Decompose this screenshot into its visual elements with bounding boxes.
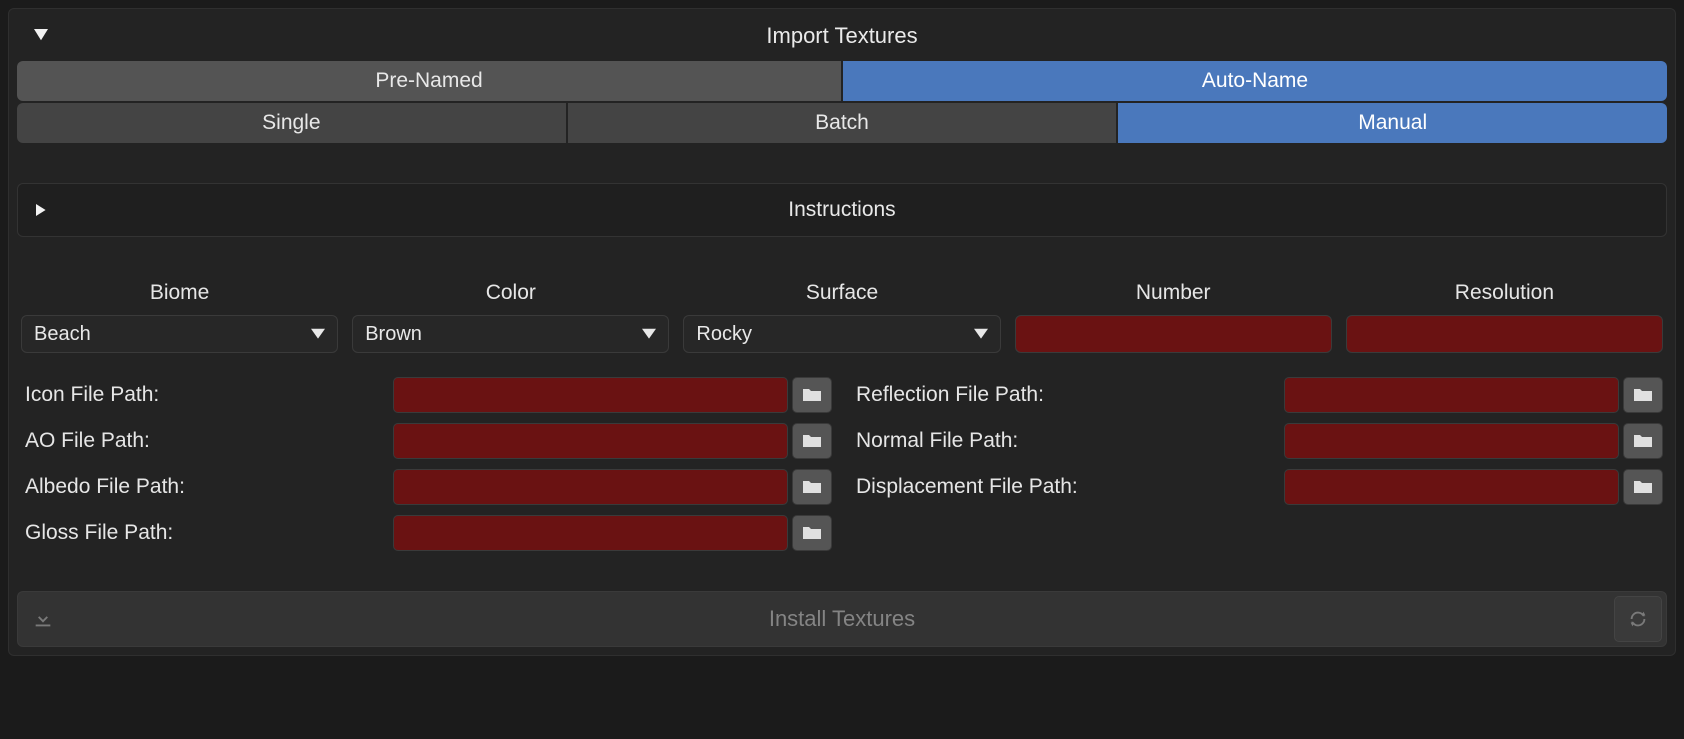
refresh-icon bbox=[1627, 608, 1649, 630]
collapse-panel-icon[interactable] bbox=[31, 26, 51, 46]
albedo-path-label: Albedo File Path: bbox=[21, 475, 391, 499]
color-select[interactable]: Brown bbox=[352, 315, 669, 353]
chevron-down-icon bbox=[311, 323, 325, 346]
surface-value: Rocky bbox=[696, 323, 752, 346]
cat-number: Number bbox=[1015, 281, 1332, 353]
folder-icon bbox=[802, 525, 822, 541]
folder-icon bbox=[1633, 433, 1653, 449]
reflection-path-label: Reflection File Path: bbox=[852, 383, 1282, 407]
row-albedo-path: Albedo File Path: bbox=[21, 469, 832, 505]
panel-header: Import Textures bbox=[17, 17, 1667, 61]
number-label: Number bbox=[1136, 281, 1211, 305]
biome-select[interactable]: Beach bbox=[21, 315, 338, 353]
displacement-path-label: Displacement File Path: bbox=[852, 475, 1282, 499]
folder-icon bbox=[1633, 479, 1653, 495]
instructions-title: Instructions bbox=[28, 198, 1656, 222]
normal-path-label: Normal File Path: bbox=[852, 429, 1282, 453]
refresh-button[interactable] bbox=[1614, 596, 1662, 642]
gloss-path-label: Gloss File Path: bbox=[21, 521, 391, 545]
tab-row-naming: Pre-Named Auto-Name bbox=[17, 61, 1667, 101]
expand-instructions-icon bbox=[36, 199, 48, 222]
ao-path-label: AO File Path: bbox=[21, 429, 391, 453]
icon-path-browse-button[interactable] bbox=[792, 377, 832, 413]
tab-pre-named[interactable]: Pre-Named bbox=[17, 61, 841, 101]
download-icon bbox=[32, 608, 54, 630]
folder-icon bbox=[1633, 387, 1653, 403]
reflection-path-browse-button[interactable] bbox=[1623, 377, 1663, 413]
tab-row-mode: Single Batch Manual bbox=[17, 103, 1667, 143]
tab-manual[interactable]: Manual bbox=[1118, 103, 1667, 143]
row-reflection-path: Reflection File Path: bbox=[852, 377, 1663, 413]
cat-color: Color Brown bbox=[352, 281, 669, 353]
cat-surface: Surface Rocky bbox=[683, 281, 1000, 353]
import-textures-panel: Import Textures Pre-Named Auto-Name Sing… bbox=[8, 8, 1676, 656]
gloss-path-browse-button[interactable] bbox=[792, 515, 832, 551]
resolution-label: Resolution bbox=[1455, 281, 1554, 305]
tab-batch[interactable]: Batch bbox=[568, 103, 1117, 143]
normal-path-browse-button[interactable] bbox=[1623, 423, 1663, 459]
displacement-path-browse-button[interactable] bbox=[1623, 469, 1663, 505]
biome-label: Biome bbox=[150, 281, 210, 305]
color-label: Color bbox=[486, 281, 536, 305]
normal-path-field[interactable] bbox=[1284, 423, 1619, 459]
color-value: Brown bbox=[365, 323, 422, 346]
displacement-path-field[interactable] bbox=[1284, 469, 1619, 505]
install-textures-label: Install Textures bbox=[769, 606, 915, 632]
row-ao-path: AO File Path: bbox=[21, 423, 832, 459]
gloss-path-field[interactable] bbox=[393, 515, 788, 551]
ao-path-field[interactable] bbox=[393, 423, 788, 459]
row-normal-path: Normal File Path: bbox=[852, 423, 1663, 459]
category-row: Biome Beach Color Brown Surface Rocky Nu… bbox=[17, 281, 1667, 353]
albedo-path-browse-button[interactable] bbox=[792, 469, 832, 505]
ao-path-browse-button[interactable] bbox=[792, 423, 832, 459]
albedo-path-field[interactable] bbox=[393, 469, 788, 505]
panel-title: Import Textures bbox=[27, 23, 1657, 49]
folder-icon bbox=[802, 479, 822, 495]
tab-single[interactable]: Single bbox=[17, 103, 566, 143]
number-field[interactable] bbox=[1015, 315, 1332, 353]
biome-value: Beach bbox=[34, 323, 91, 346]
folder-icon bbox=[802, 387, 822, 403]
resolution-field[interactable] bbox=[1346, 315, 1663, 353]
install-textures-button[interactable]: Install Textures bbox=[17, 591, 1667, 647]
icon-path-field[interactable] bbox=[393, 377, 788, 413]
cat-biome: Biome Beach bbox=[21, 281, 338, 353]
instructions-panel[interactable]: Instructions bbox=[17, 183, 1667, 237]
chevron-down-icon bbox=[974, 323, 988, 346]
row-gloss-path: Gloss File Path: bbox=[21, 515, 832, 551]
icon-path-label: Icon File Path: bbox=[21, 383, 391, 407]
row-icon-path: Icon File Path: bbox=[21, 377, 832, 413]
reflection-path-field[interactable] bbox=[1284, 377, 1619, 413]
row-displacement-path: Displacement File Path: bbox=[852, 469, 1663, 505]
chevron-down-icon bbox=[642, 323, 656, 346]
cat-resolution: Resolution bbox=[1346, 281, 1663, 353]
tab-auto-name[interactable]: Auto-Name bbox=[843, 61, 1667, 101]
file-path-grid: Icon File Path: Reflection File Path: AO… bbox=[17, 377, 1667, 551]
surface-label: Surface bbox=[806, 281, 878, 305]
surface-select[interactable]: Rocky bbox=[683, 315, 1000, 353]
folder-icon bbox=[802, 433, 822, 449]
